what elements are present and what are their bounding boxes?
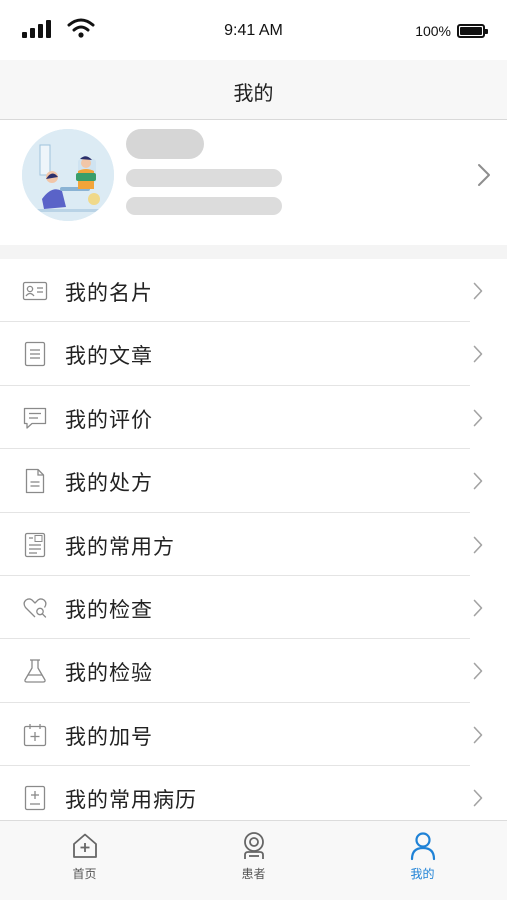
section-divider [0, 245, 507, 259]
tab-bar: 首页 患者 我的 [0, 820, 507, 900]
calendar-plus-icon [23, 723, 47, 746]
examination-icon [23, 598, 47, 618]
menu-item-common-prescriptions[interactable]: 我的常用方 [0, 513, 507, 577]
navigation-bar: 我的 [0, 60, 507, 120]
chevron-right-icon [473, 726, 483, 744]
menu-item-label: 我的常用病历 [65, 788, 197, 813]
avatar[interactable] [22, 129, 114, 221]
menu-item-label: 我的处方 [65, 471, 153, 496]
menu-item-lab-tests[interactable]: 我的检验 [0, 639, 507, 704]
menu-item-reviews[interactable]: 我的评价 [0, 386, 507, 450]
common-prescription-icon [24, 532, 46, 557]
menu-item-label: 我的检验 [65, 661, 153, 686]
menu-item-articles[interactable]: 我的文章 [0, 322, 507, 387]
chevron-right-icon [473, 789, 483, 807]
patient-icon [243, 832, 264, 859]
chevron-right-icon [473, 346, 483, 363]
chevron-right-icon [473, 282, 483, 300]
chevron-right-icon [473, 536, 483, 553]
user-icon [410, 832, 435, 861]
menu-item-label: 我的常用方 [65, 534, 175, 559]
chevron-right-icon [473, 409, 483, 427]
home-icon [72, 833, 97, 858]
tab-label: 患者 [241, 867, 266, 881]
chevron-right-icon [473, 472, 483, 490]
flask-icon [24, 659, 46, 683]
tab-mine[interactable]: 我的 [338, 821, 507, 900]
doctor-illustration-icon [22, 129, 114, 221]
chevron-right-icon [473, 663, 483, 680]
menu-item-label: 我的检查 [65, 597, 153, 622]
comment-icon [23, 407, 47, 429]
menu-item-extra-appointments[interactable]: 我的加号 [0, 703, 507, 767]
menu-item-business-card[interactable]: 我的名片 [0, 259, 507, 323]
battery-percent: 100% [415, 23, 451, 39]
chevron-right-icon [473, 599, 483, 617]
article-icon [24, 342, 46, 367]
status-bar: 9:41 AM 100% [0, 0, 507, 60]
menu-item-label: 我的加号 [65, 724, 153, 749]
battery-icon [457, 24, 488, 38]
info-placeholder-2 [126, 197, 282, 215]
menu-item-label: 我的评价 [65, 407, 153, 432]
menu-item-label: 我的名片 [65, 281, 153, 305]
tab-label: 我的 [410, 867, 435, 881]
tab-home[interactable]: 首页 [0, 821, 169, 900]
menu-item-prescriptions[interactable]: 我的处方 [0, 449, 507, 513]
page-title: 我的 [233, 81, 274, 105]
medical-record-icon [24, 785, 46, 811]
info-placeholder-1 [126, 169, 282, 187]
profile-card[interactable] [0, 121, 507, 245]
menu-item-label: 我的文章 [65, 344, 153, 369]
name-placeholder [126, 129, 204, 159]
chevron-right-icon [478, 164, 490, 186]
id-card-icon [22, 281, 48, 301]
prescription-icon [25, 469, 45, 494]
menu-list: 我的名片 我的文章 我的评价 我的处方 我的常用方 我的检查 我的检验 我的加号… [0, 259, 507, 830]
menu-item-examinations[interactable]: 我的检查 [0, 576, 507, 640]
tab-label: 首页 [72, 867, 97, 881]
tab-patients[interactable]: 患者 [169, 821, 338, 900]
